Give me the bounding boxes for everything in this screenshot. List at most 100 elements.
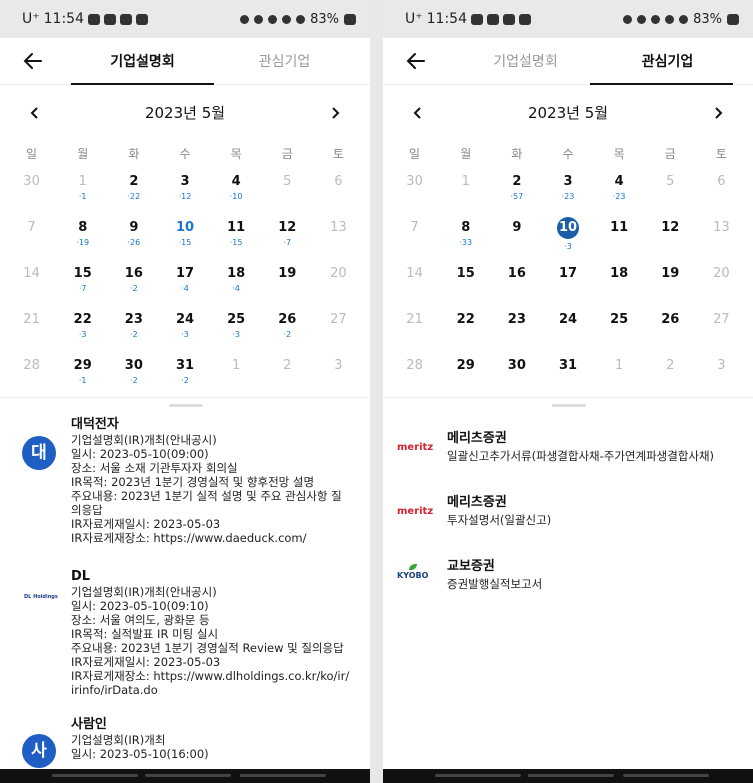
day-cell[interactable]: 13 xyxy=(313,212,364,258)
day-cell[interactable]: 19 xyxy=(262,258,313,304)
day-cell[interactable]: 29 xyxy=(440,350,491,396)
day-cell[interactable]: 6 xyxy=(696,166,747,212)
day-cell[interactable]: 9·26 xyxy=(108,212,159,258)
day-cell[interactable]: 22·3 xyxy=(57,304,108,350)
nav-home[interactable] xyxy=(145,774,231,777)
day-cell[interactable]: 23·2 xyxy=(108,304,159,350)
day-cell[interactable]: 12·7 xyxy=(262,212,313,258)
day-cell[interactable]: 1·1 xyxy=(57,166,108,212)
day-cell[interactable]: 21 xyxy=(389,304,440,350)
day-cell[interactable]: 20 xyxy=(696,258,747,304)
day-cell[interactable]: 28 xyxy=(6,350,57,396)
alarm-icon xyxy=(240,14,250,24)
day-cell[interactable]: 3·12 xyxy=(159,166,210,212)
day-cell[interactable]: 25 xyxy=(594,304,645,350)
tab-interest-companies[interactable]: 관심기업 xyxy=(595,51,740,71)
day-cell[interactable]: 4·10 xyxy=(211,166,262,212)
prev-month-chevron-icon[interactable] xyxy=(28,106,42,120)
day-cell[interactable]: 16·2 xyxy=(108,258,159,304)
day-cell[interactable]: 2·57 xyxy=(491,166,542,212)
day-cell[interactable]: 2·22 xyxy=(108,166,159,212)
tab-interest-companies[interactable]: 관심기업 xyxy=(212,51,357,71)
day-cell[interactable]: 12 xyxy=(645,212,696,258)
day-cell[interactable]: 8·33 xyxy=(440,212,491,258)
day-cell[interactable]: 23 xyxy=(491,304,542,350)
day-cell[interactable]: 4·23 xyxy=(594,166,645,212)
day-cell[interactable]: 11·15 xyxy=(211,212,262,258)
day-cell[interactable]: 7 xyxy=(6,212,57,258)
prev-month-chevron-icon[interactable] xyxy=(411,106,425,120)
day-number: 23 xyxy=(124,312,143,327)
event-detail-line: 기업설명회(IR)개최(안내공시) xyxy=(71,433,217,447)
day-cell[interactable]: 27 xyxy=(313,304,364,350)
day-cell[interactable]: 3·23 xyxy=(542,166,593,212)
day-number: 21 xyxy=(406,312,423,327)
nav-home[interactable] xyxy=(528,774,614,777)
day-cell[interactable]: 25·3 xyxy=(211,304,262,350)
day-cell[interactable]: 17 xyxy=(542,258,593,304)
day-cell[interactable]: 30·2 xyxy=(108,350,159,396)
day-cell[interactable]: 1 xyxy=(211,350,262,396)
day-number: 11 xyxy=(610,220,629,235)
nav-back[interactable] xyxy=(240,774,326,777)
day-cell[interactable]: 8·19 xyxy=(57,212,108,258)
day-cell[interactable]: 31 xyxy=(542,350,593,396)
day-cell[interactable]: 6 xyxy=(313,166,364,212)
event-count: ·12 xyxy=(178,192,192,201)
next-month-chevron-icon[interactable] xyxy=(328,106,342,120)
event-count: ·15 xyxy=(229,238,243,247)
day-cell[interactable]: 13 xyxy=(696,212,747,258)
day-cell[interactable]: 28 xyxy=(389,350,440,396)
day-cell[interactable]: 22 xyxy=(440,304,491,350)
day-cell[interactable]: 3 xyxy=(696,350,747,396)
nav-recent[interactable] xyxy=(435,774,521,777)
day-cell[interactable]: 24 xyxy=(542,304,593,350)
broker-logo: KYOBO xyxy=(397,564,437,580)
back-arrow-icon[interactable] xyxy=(405,50,427,72)
day-cell[interactable]: 15 xyxy=(440,258,491,304)
day-cell[interactable]: 30 xyxy=(389,166,440,212)
day-cell[interactable]: 3 xyxy=(313,350,364,396)
day-cell[interactable]: 1 xyxy=(594,350,645,396)
day-cell[interactable]: 27 xyxy=(696,304,747,350)
day-number: 1 xyxy=(231,358,241,373)
day-cell[interactable]: 2 xyxy=(262,350,313,396)
day-cell[interactable]: 17·4 xyxy=(159,258,210,304)
day-cell[interactable]: 29·1 xyxy=(57,350,108,396)
next-month-chevron-icon[interactable] xyxy=(711,106,725,120)
day-cell[interactable]: 30 xyxy=(6,166,57,212)
day-cell[interactable]: 31·2 xyxy=(159,350,210,396)
day-cell[interactable]: 2 xyxy=(645,350,696,396)
day-cell[interactable]: 15·7 xyxy=(57,258,108,304)
day-cell[interactable]: 11 xyxy=(594,212,645,258)
day-cell[interactable]: 10·15 xyxy=(159,212,210,258)
day-cell[interactable]: 1 xyxy=(440,166,491,212)
event-detail-line: 일시: 2023-05-10(09:00) xyxy=(71,447,209,461)
day-cell[interactable]: 16 xyxy=(491,258,542,304)
day-cell[interactable]: 9 xyxy=(491,212,542,258)
day-cell[interactable]: 18 xyxy=(594,258,645,304)
carrier-label: U⁺ xyxy=(22,11,40,27)
day-cell[interactable]: 18·4 xyxy=(211,258,262,304)
tab-ir-briefing[interactable]: 기업설명회 xyxy=(453,51,598,71)
back-arrow-icon[interactable] xyxy=(22,50,44,72)
day-cell[interactable]: 10·3 xyxy=(542,212,593,258)
day-cell[interactable]: 30 xyxy=(491,350,542,396)
day-cell[interactable]: 5 xyxy=(262,166,313,212)
day-cell[interactable]: 14 xyxy=(389,258,440,304)
day-cell[interactable]: 19 xyxy=(645,258,696,304)
day-cell[interactable]: 7 xyxy=(389,212,440,258)
nav-recent[interactable] xyxy=(52,774,138,777)
nav-back[interactable] xyxy=(623,774,709,777)
day-cell[interactable]: 24·3 xyxy=(159,304,210,350)
sheet-drag-handle[interactable] xyxy=(169,404,203,407)
mute-icon xyxy=(268,14,278,24)
sheet-drag-handle[interactable] xyxy=(552,404,586,407)
day-cell[interactable]: 5 xyxy=(645,166,696,212)
day-cell[interactable]: 26·2 xyxy=(262,304,313,350)
day-cell[interactable]: 14 xyxy=(6,258,57,304)
day-cell[interactable]: 20 xyxy=(313,258,364,304)
day-cell[interactable]: 26 xyxy=(645,304,696,350)
tab-ir-briefing[interactable]: 기업설명회 xyxy=(70,51,215,71)
day-cell[interactable]: 21 xyxy=(6,304,57,350)
